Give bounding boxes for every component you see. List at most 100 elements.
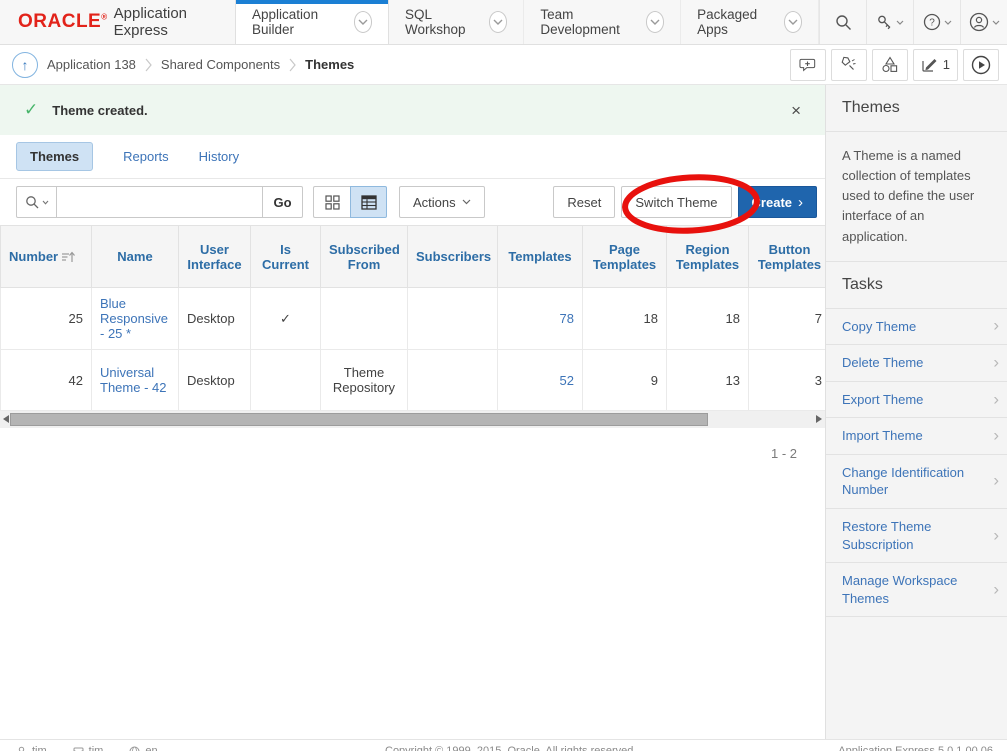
search-group: Go (16, 186, 303, 218)
scroll-left-arrow[interactable] (3, 415, 9, 423)
horizontal-scrollbar (0, 411, 825, 428)
registered-mark: ® (101, 13, 107, 22)
icon-view-toggle[interactable] (313, 186, 350, 218)
cell-subscribed-from (321, 288, 408, 350)
table-row: 42 Universal Theme - 42 Desktop Theme Re… (1, 350, 826, 411)
feedback-button[interactable] (790, 49, 826, 81)
reset-button[interactable]: Reset (553, 186, 615, 218)
column-header-page-templates[interactable]: Page Templates (583, 226, 667, 288)
sidebar-description: A Theme is a named collection of templat… (826, 132, 1007, 262)
task-change-identification-number[interactable]: Change Identification Number› (826, 455, 1007, 509)
go-button[interactable]: Go (263, 186, 303, 218)
breadcrumb-shared-components[interactable]: Shared Components (161, 57, 280, 72)
breadcrumb-themes: Themes (305, 57, 354, 72)
search-column-selector[interactable] (16, 186, 57, 218)
tab-packaged-apps[interactable]: Packaged Apps (681, 0, 819, 44)
footer-session-info: tim tim en (16, 745, 158, 751)
chevron-down-icon (944, 20, 952, 25)
cell-subscribers (408, 350, 498, 411)
chevron-down-icon (646, 11, 665, 33)
column-header-subscribed-from[interactable]: Subscribed From (321, 226, 408, 288)
global-icon-buttons: ? (819, 0, 1007, 44)
success-message-text: Theme created. (52, 103, 147, 118)
chevron-down-icon (489, 11, 507, 33)
task-import-theme[interactable]: Import Theme› (826, 418, 1007, 455)
view-toggles (313, 186, 387, 218)
administration-menu-button[interactable] (866, 0, 913, 44)
create-button[interactable]: Create › (738, 186, 817, 218)
actions-menu-button[interactable]: Actions (399, 186, 485, 218)
up-arrow-icon: ↑ (22, 57, 29, 73)
up-level-button[interactable]: ↑ (12, 52, 38, 78)
theme-name-link[interactable]: Universal Theme - 42 (100, 365, 166, 395)
column-header-user-interface[interactable]: User Interface (179, 226, 251, 288)
task-label: Export Theme (842, 392, 923, 407)
report-buttons: Reset Switch Theme Create › (553, 186, 817, 218)
chevron-right-icon: › (993, 470, 999, 493)
edit-page-number: 1 (943, 57, 950, 72)
help-menu-button[interactable]: ? (913, 0, 960, 44)
shared-components-button[interactable] (872, 49, 908, 81)
tab-reports[interactable]: Reports (123, 149, 169, 164)
scrollbar-thumb[interactable] (10, 413, 708, 426)
column-header-button-templates[interactable]: Button Templates (749, 226, 826, 288)
content-tabs: Themes Reports History (0, 135, 825, 179)
user-icon (16, 746, 27, 751)
oracle-logo: ORACLE® Application Express (0, 0, 235, 44)
chevron-right-icon: › (993, 352, 999, 375)
task-label: Import Theme (842, 428, 923, 443)
cell-region-templates: 18 (667, 288, 749, 350)
utilities-button[interactable] (831, 49, 867, 81)
task-export-theme[interactable]: Export Theme› (826, 382, 1007, 419)
task-manage-workspace-themes[interactable]: Manage Workspace Themes› (826, 563, 1007, 617)
run-application-button[interactable] (963, 49, 999, 81)
column-header-is-current[interactable]: Is Current (251, 226, 321, 288)
user-account-menu-button[interactable] (960, 0, 1007, 44)
scroll-right-arrow[interactable] (816, 415, 822, 423)
chevron-down-icon (354, 11, 373, 33)
tab-themes[interactable]: Themes (16, 142, 93, 171)
chevron-down-icon (42, 200, 49, 205)
column-header-name[interactable]: Name (92, 226, 179, 288)
report-view-toggle[interactable] (350, 186, 387, 218)
cell-is-current-check (251, 350, 321, 411)
admin-key-icon (876, 14, 893, 31)
tab-application-builder[interactable]: Application Builder (235, 0, 389, 44)
column-header-region-templates[interactable]: Region Templates (667, 226, 749, 288)
search-input[interactable] (57, 186, 263, 218)
oracle-brand-text: ORACLE® (18, 11, 108, 33)
switch-theme-button[interactable]: Switch Theme (621, 186, 731, 218)
app-footer: tim tim en Copyright © 1999, 2015, Oracl… (0, 739, 1007, 751)
tab-label: SQL Workshop (405, 7, 480, 37)
user-icon (969, 12, 989, 32)
breadcrumb: ↑ Application 138 Shared Components Them… (12, 52, 354, 78)
breadcrumb-application[interactable]: Application 138 (47, 57, 136, 72)
task-delete-theme[interactable]: Delete Theme› (826, 345, 1007, 382)
cell-number: 42 (1, 350, 92, 411)
svg-text:?: ? (929, 18, 935, 29)
templates-count-link[interactable]: 52 (560, 373, 574, 388)
play-icon (971, 55, 991, 75)
table-row: 25 Blue Responsive - 25 * Desktop ✓ 78 1… (1, 288, 826, 350)
tab-team-development[interactable]: Team Development (524, 0, 681, 44)
templates-count-link[interactable]: 78 (560, 311, 574, 326)
page-action-buttons: 1 (790, 49, 999, 81)
globe-icon (129, 746, 140, 751)
task-copy-theme[interactable]: Copy Theme› (826, 309, 1007, 346)
tab-sql-workshop[interactable]: SQL Workshop (389, 0, 524, 44)
table-header-row: Number Name User Interface Is Current Su… (1, 226, 826, 288)
switch-theme-label: Switch Theme (635, 195, 717, 210)
close-message-icon[interactable]: × (791, 102, 801, 119)
column-header-templates[interactable]: Templates (498, 226, 583, 288)
cell-button-templates: 7 (749, 288, 826, 350)
column-header-number[interactable]: Number (1, 226, 92, 288)
chevron-down-icon (896, 20, 904, 25)
search-button[interactable] (819, 0, 866, 44)
top-navigation-bar: ORACLE® Application Express Application … (0, 0, 1007, 45)
theme-name-link[interactable]: Blue Responsive - 25 * (100, 296, 168, 341)
task-restore-theme-subscription[interactable]: Restore Theme Subscription› (826, 509, 1007, 563)
tab-history[interactable]: History (199, 149, 239, 164)
edit-page-button[interactable]: 1 (913, 49, 958, 81)
column-header-subscribers[interactable]: Subscribers (408, 226, 498, 288)
breadcrumb-separator-icon (289, 58, 296, 72)
